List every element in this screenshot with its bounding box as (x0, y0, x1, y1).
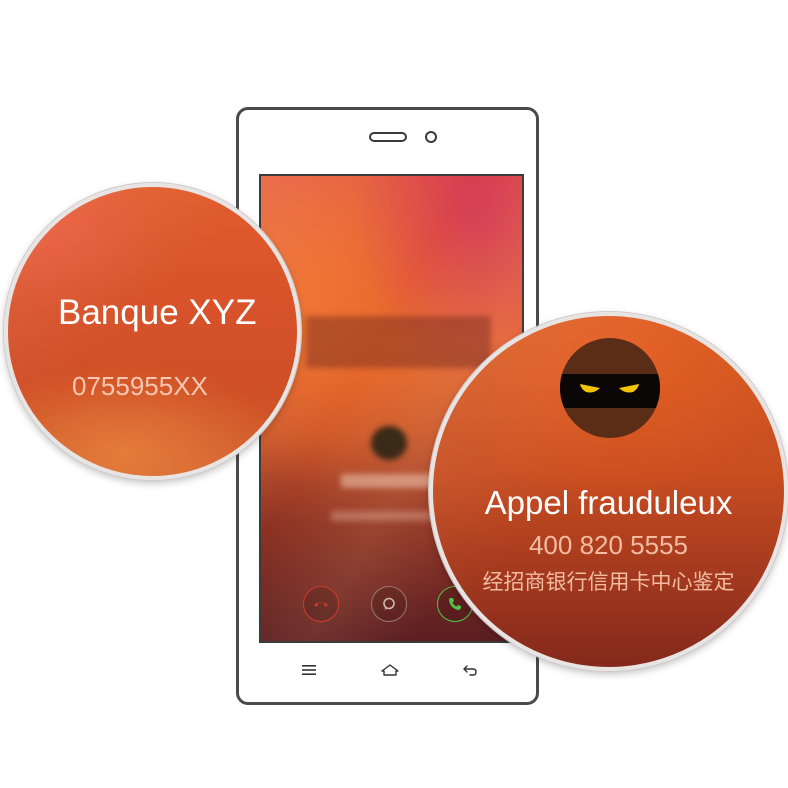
right-eye (619, 384, 639, 393)
caller-number: 0755955XX (72, 371, 208, 401)
fraud-caller-number: 400 820 5555 (528, 530, 689, 560)
fraud-warning-title: Appel frauduleux (484, 484, 733, 521)
message-bubble-icon (383, 597, 395, 610)
blurred-caller-name (341, 474, 441, 488)
caller-id-magnifier-left: Banque XYZ 0755955XX (4, 183, 301, 480)
masked-ninja-icon (560, 338, 660, 438)
left-eye (580, 384, 600, 393)
mask-band (560, 374, 660, 408)
reject-call-button[interactable] (303, 586, 339, 622)
earpiece-speaker (369, 132, 407, 142)
front-camera (425, 131, 437, 143)
home-button[interactable] (378, 660, 402, 680)
menu-button[interactable] (297, 660, 321, 680)
message-reply-button[interactable] (371, 586, 407, 622)
caller-name: Banque XYZ (58, 293, 257, 332)
fraud-caller-description: 经招商银行信用卡中心鉴定 (482, 571, 735, 594)
phone-hangup-icon (314, 602, 328, 607)
home-icon (381, 664, 399, 676)
blurred-avatar (371, 426, 407, 460)
fraud-warning-magnifier-right: Appel frauduleux 400 820 5555 经招商银行信用卡中心… (429, 312, 788, 671)
menu-icon (302, 665, 316, 675)
